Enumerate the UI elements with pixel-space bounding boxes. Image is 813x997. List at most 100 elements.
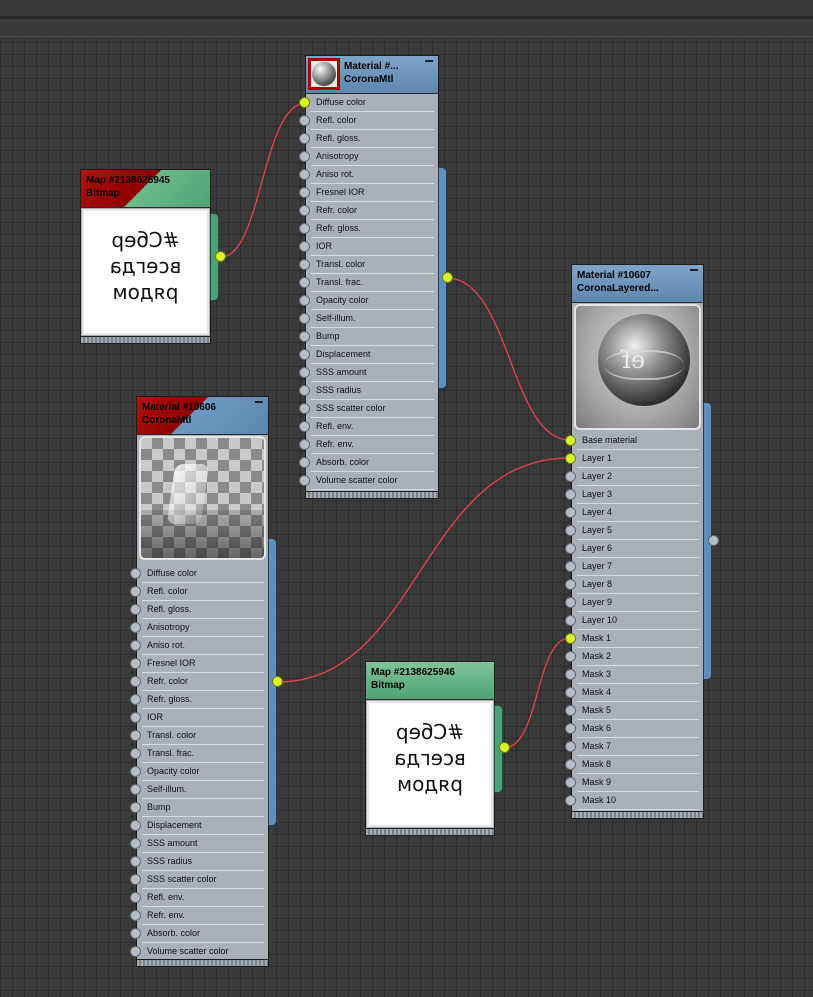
input-socket[interactable]	[299, 403, 310, 414]
input-socket[interactable]	[130, 838, 141, 849]
slot-top-16[interactable]: SSS amount	[299, 364, 438, 382]
node-header[interactable]: Material #10606 CoronaMtl	[136, 396, 269, 434]
output-socket[interactable]	[215, 251, 226, 262]
input-socket[interactable]	[130, 784, 141, 795]
minimize-icon[interactable]	[690, 269, 698, 271]
input-socket[interactable]	[299, 241, 310, 252]
slot-top-18[interactable]: SSS scatter color	[299, 400, 438, 418]
input-socket[interactable]	[299, 259, 310, 270]
slot-top-21[interactable]: Absorb. color	[299, 454, 438, 472]
node-material-left[interactable]: Material #10606 CoronaMtl Diffuse color R…	[130, 396, 283, 968]
input-socket[interactable]	[565, 489, 576, 500]
input-socket[interactable]	[130, 568, 141, 579]
slot-left-14[interactable]: Bump	[130, 799, 268, 817]
slot-left-17[interactable]: SSS radius	[130, 853, 268, 871]
slot-left-10[interactable]: Transl. color	[130, 727, 268, 745]
slot-layered-17[interactable]: Mask 6	[565, 720, 703, 738]
slot-left-12[interactable]: Opacity color	[130, 763, 268, 781]
slot-left-2[interactable]: Refl. color	[130, 583, 268, 601]
slot-left-15[interactable]: Displacement	[130, 817, 268, 835]
node-material-top[interactable]: Material #... CoronaMtl Diffuse color Ref…	[299, 55, 453, 501]
slot-top-8[interactable]: Refr. gloss.	[299, 220, 438, 238]
slot-top-13[interactable]: Self-illum.	[299, 310, 438, 328]
slot-top-22[interactable]: Volume scatter color	[299, 472, 438, 490]
slot-top-11[interactable]: Transl. frac.	[299, 274, 438, 292]
input-socket[interactable]	[299, 115, 310, 126]
input-socket[interactable]	[130, 622, 141, 633]
output-socket[interactable]	[442, 272, 453, 283]
input-socket[interactable]	[299, 331, 310, 342]
slot-layered-18[interactable]: Mask 7	[565, 738, 703, 756]
input-socket[interactable]	[299, 421, 310, 432]
input-socket[interactable]	[130, 802, 141, 813]
slot-layered-15[interactable]: Mask 4	[565, 684, 703, 702]
node-header[interactable]: Map #2138625946 Bitmap	[365, 661, 495, 699]
node-header[interactable]: Material #10607 CoronaLayered...	[571, 264, 704, 302]
input-socket[interactable]	[130, 640, 141, 651]
node-header[interactable]: Map #2138625945 Bitmap	[80, 169, 211, 207]
input-socket[interactable]	[130, 874, 141, 885]
input-socket[interactable]	[299, 367, 310, 378]
slot-layered-3[interactable]: Layer 2	[565, 468, 703, 486]
input-socket[interactable]	[299, 151, 310, 162]
input-socket[interactable]	[299, 295, 310, 306]
slot-left-11[interactable]: Transl. frac.	[130, 745, 268, 763]
resize-grip[interactable]	[80, 336, 211, 344]
slot-left-4[interactable]: Anisotropy	[130, 619, 268, 637]
slot-layered-2[interactable]: Layer 1	[565, 450, 703, 468]
input-socket[interactable]	[565, 525, 576, 536]
output-socket[interactable]	[272, 676, 283, 687]
input-socket[interactable]	[130, 586, 141, 597]
input-socket[interactable]	[565, 615, 576, 626]
input-socket[interactable]	[130, 856, 141, 867]
input-socket[interactable]	[565, 579, 576, 590]
slot-top-10[interactable]: Transl. color	[299, 256, 438, 274]
input-socket[interactable]	[130, 910, 141, 921]
input-socket[interactable]	[130, 766, 141, 777]
input-socket[interactable]	[299, 187, 310, 198]
input-socket[interactable]	[130, 748, 141, 759]
slot-top-6[interactable]: Fresnel IOR	[299, 184, 438, 202]
slot-layered-8[interactable]: Layer 7	[565, 558, 703, 576]
node-material-layered[interactable]: Material #10607 CoronaLayered... ef Base…	[565, 264, 719, 819]
resize-grip[interactable]	[365, 828, 495, 836]
input-socket[interactable]	[299, 97, 310, 108]
slot-top-4[interactable]: Anisotropy	[299, 148, 438, 166]
resize-grip[interactable]	[136, 959, 269, 967]
slot-layered-16[interactable]: Mask 5	[565, 702, 703, 720]
input-socket[interactable]	[565, 561, 576, 572]
slot-layered-6[interactable]: Layer 5	[565, 522, 703, 540]
slot-layered-1[interactable]: Base material	[565, 432, 703, 450]
input-socket[interactable]	[565, 651, 576, 662]
slot-left-16[interactable]: SSS amount	[130, 835, 268, 853]
input-socket[interactable]	[299, 223, 310, 234]
slot-layered-21[interactable]: Mask 10	[565, 792, 703, 810]
input-socket[interactable]	[565, 453, 576, 464]
input-socket[interactable]	[130, 820, 141, 831]
minimize-icon[interactable]	[255, 401, 263, 403]
slot-top-5[interactable]: Aniso rot.	[299, 166, 438, 184]
input-socket[interactable]	[565, 471, 576, 482]
input-socket[interactable]	[130, 658, 141, 669]
input-socket[interactable]	[565, 741, 576, 752]
resize-grip[interactable]	[305, 491, 439, 499]
slot-left-3[interactable]: Refl. gloss.	[130, 601, 268, 619]
output-socket[interactable]	[499, 742, 510, 753]
slot-top-12[interactable]: Opacity color	[299, 292, 438, 310]
slot-layered-12[interactable]: Mask 1	[565, 630, 703, 648]
slot-left-21[interactable]: Absorb. color	[130, 925, 268, 943]
slot-left-5[interactable]: Aniso rot.	[130, 637, 268, 655]
input-socket[interactable]	[565, 705, 576, 716]
minimize-icon[interactable]	[425, 60, 433, 62]
input-socket[interactable]	[299, 349, 310, 360]
input-socket[interactable]	[565, 435, 576, 446]
node-header[interactable]: Material #... CoronaMtl	[305, 55, 439, 93]
slot-top-7[interactable]: Refr. color	[299, 202, 438, 220]
input-socket[interactable]	[130, 604, 141, 615]
input-socket[interactable]	[565, 633, 576, 644]
input-socket[interactable]	[565, 759, 576, 770]
slot-layered-13[interactable]: Mask 2	[565, 648, 703, 666]
slot-top-14[interactable]: Bump	[299, 328, 438, 346]
slot-layered-4[interactable]: Layer 3	[565, 486, 703, 504]
input-socket[interactable]	[565, 669, 576, 680]
